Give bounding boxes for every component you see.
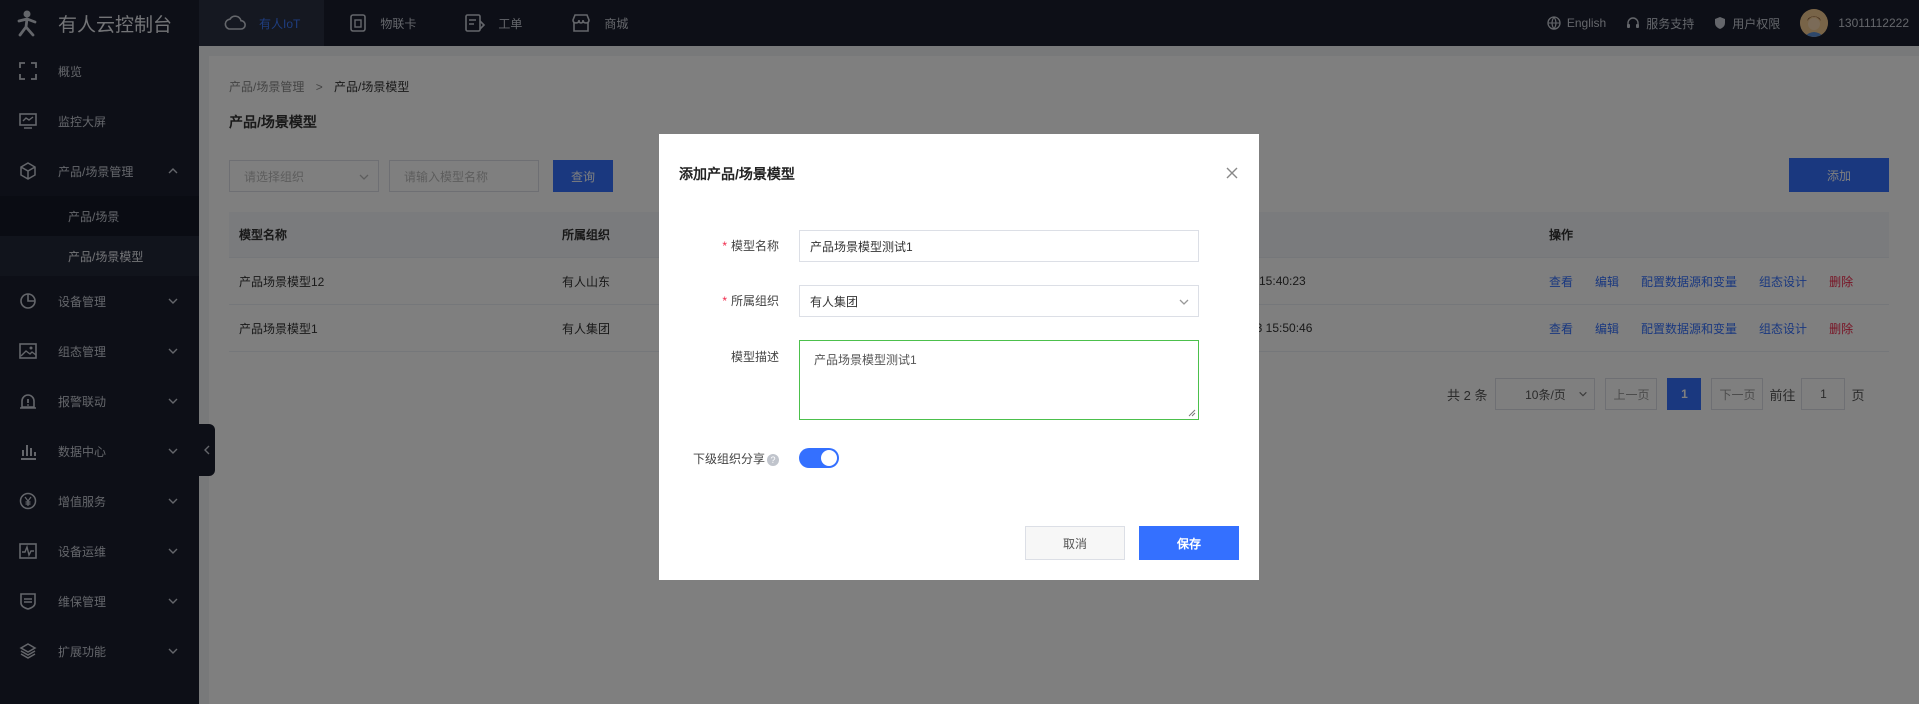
org-label: * 所属组织 (722, 294, 779, 308)
share-label: 下级组织分享? (693, 450, 779, 467)
name-label-text: 模型名称 (730, 239, 779, 253)
description-value: 产品场景模型测试1 (814, 353, 917, 367)
chevron-down-icon (1179, 299, 1189, 305)
name-label: * 模型名称 (722, 239, 779, 253)
help-icon[interactable]: ? (767, 453, 779, 466)
model-name-field[interactable]: 产品场景模型测试1 (799, 230, 1199, 262)
close-icon[interactable] (1225, 166, 1239, 180)
desc-label-text: 模型描述 (730, 350, 779, 364)
model-name-value: 产品场景模型测试1 (810, 239, 913, 254)
org-select-value: 有人集团 (810, 294, 859, 309)
resize-handle-icon[interactable] (1186, 407, 1196, 417)
description-textarea[interactable]: 产品场景模型测试1 (799, 340, 1199, 420)
share-label-text: 下级组织分享 (692, 452, 765, 466)
add-model-dialog: 添加产品/场景模型 * 模型名称 产品场景模型测试1 * 所属组织 有人集团 模型描… (659, 134, 1259, 580)
org-label-text: 所属组织 (730, 294, 779, 308)
share-toggle[interactable] (799, 448, 839, 468)
save-button[interactable]: 保存 (1139, 526, 1239, 560)
org-select-field[interactable]: 有人集团 (799, 285, 1199, 317)
toggle-knob (821, 450, 837, 466)
dialog-title: 添加产品/场景模型 (679, 166, 795, 182)
desc-label: 模型描述 (731, 348, 779, 365)
cancel-button[interactable]: 取消 (1025, 526, 1125, 560)
